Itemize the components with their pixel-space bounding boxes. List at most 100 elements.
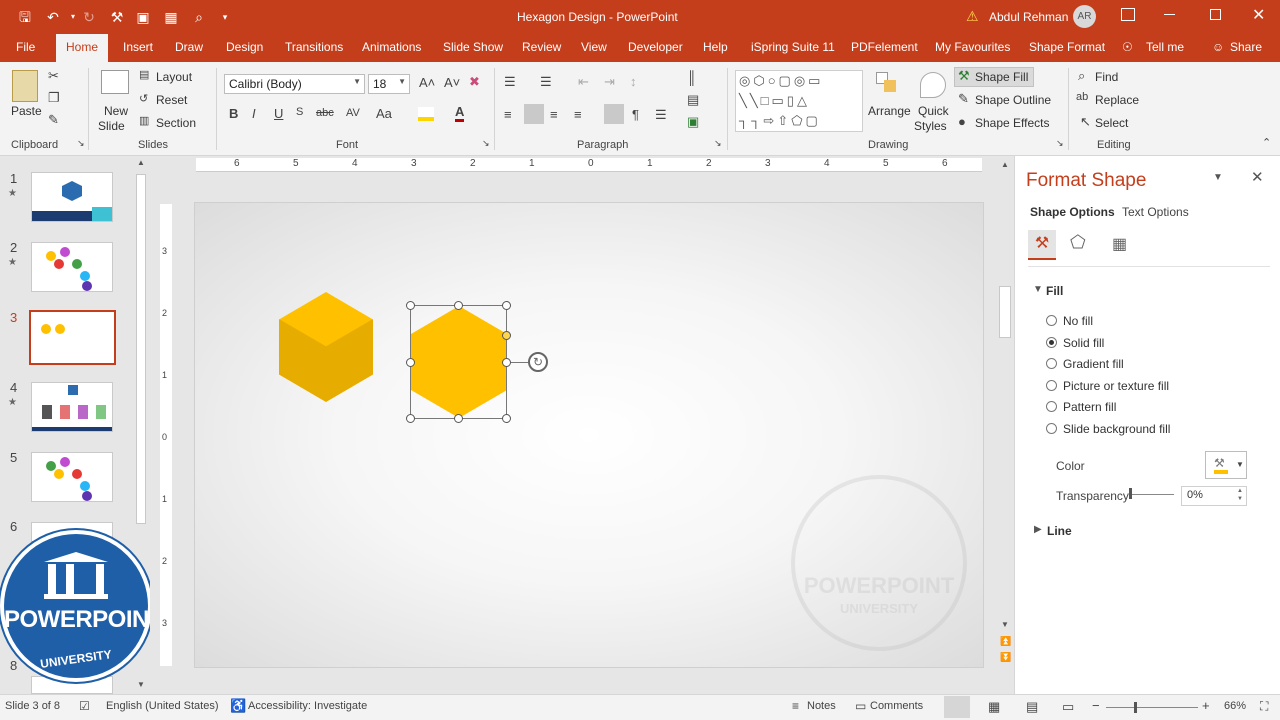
rotate-handle-icon[interactable]: ↻ — [528, 352, 548, 372]
pane-options-icon[interactable]: ▼ — [1213, 172, 1223, 183]
columns-icon[interactable] — [604, 104, 624, 124]
zoom-slider[interactable] — [1106, 707, 1198, 708]
maximize-icon[interactable] — [1210, 9, 1221, 20]
highlight-color-icon[interactable] — [418, 107, 434, 121]
shapes-gallery[interactable]: ◎⬡○▢◎▭ ╲╲□▭▯△ ┐┐⇨⇧⬠▢ — [735, 70, 863, 132]
zoom-slider-thumb[interactable] — [1134, 702, 1137, 713]
tab-home[interactable]: Home — [56, 34, 109, 62]
effects-pentagon-icon[interactable]: ⬠ — [1070, 232, 1086, 253]
size-properties-icon[interactable]: ▦ — [1112, 234, 1127, 254]
clipboard-launcher-icon[interactable]: ↘ — [77, 138, 85, 149]
tab-developer[interactable]: Developer — [628, 40, 683, 54]
layout-button[interactable]: Layout — [156, 70, 192, 84]
char-spacing-icon[interactable]: AV — [346, 107, 360, 119]
label-pattern-fill[interactable]: Pattern fill — [1063, 400, 1116, 414]
align-text-icon[interactable]: ▤ — [687, 92, 699, 108]
line-spacing-icon[interactable]: ↕ — [630, 74, 637, 89]
label-picture-fill[interactable]: Picture or texture fill — [1063, 379, 1169, 393]
copy-icon[interactable]: ❐ — [48, 90, 60, 106]
shape-fill-button[interactable]: Shape Fill — [975, 70, 1028, 84]
tab-text-options[interactable]: Text Options — [1122, 205, 1189, 219]
change-case-icon[interactable]: Aa — [376, 106, 392, 121]
scroll-up-icon[interactable]: ▲ — [1001, 160, 1009, 169]
format-painter-small-icon[interactable]: ✎ — [48, 112, 59, 128]
column-layout-icon[interactable]: ☰ — [655, 107, 667, 123]
bullets-icon[interactable]: ☰ — [504, 74, 516, 90]
tab-shape-format[interactable]: Shape Format — [1029, 40, 1105, 54]
replace-button[interactable]: Replace — [1095, 93, 1139, 107]
comments-button[interactable]: Comments — [870, 700, 923, 712]
new-slide-label-2[interactable]: Slide — [98, 119, 125, 133]
label-solid-fill[interactable]: Solid fill — [1063, 336, 1104, 350]
resize-handle[interactable] — [406, 358, 415, 367]
zoom-level[interactable]: 66% — [1224, 700, 1246, 712]
tab-my-favourites[interactable]: My Favourites — [935, 40, 1010, 54]
slideshow-icon[interactable]: ▭ — [1062, 699, 1074, 715]
align-left-icon[interactable]: ≡ — [504, 107, 512, 122]
tab-insert[interactable]: Insert — [123, 40, 153, 54]
canvas-scrollbar[interactable]: ▲ ▼ ⏫ ⏬ — [998, 158, 1012, 668]
tab-view[interactable]: View — [581, 40, 607, 54]
label-slide-background-fill[interactable]: Slide background fill — [1063, 422, 1170, 436]
increase-indent-icon[interactable]: ⇥ — [604, 74, 615, 90]
tab-design[interactable]: Design — [226, 40, 263, 54]
section-button[interactable]: Section — [156, 116, 196, 130]
italic-button[interactable]: I — [252, 106, 256, 121]
tab-animations[interactable]: Animations — [362, 40, 421, 54]
reading-view-icon[interactable]: ▤ — [1026, 699, 1038, 715]
print-preview-icon[interactable]: ⌕ — [190, 8, 208, 26]
fit-slide-icon[interactable]: ⛶ — [1260, 699, 1268, 714]
resize-handle[interactable] — [454, 414, 463, 423]
resize-handle[interactable] — [502, 414, 511, 423]
tab-review[interactable]: Review — [522, 40, 561, 54]
redo-icon[interactable]: ↻ — [80, 8, 98, 26]
strikethrough-button[interactable]: abc — [316, 107, 334, 119]
picture-icon[interactable]: ▣ — [134, 8, 152, 26]
next-slide-icon[interactable]: ⏬ — [1000, 652, 1011, 663]
fill-line-icon[interactable]: ⚒ — [1028, 230, 1056, 260]
minimize-icon[interactable] — [1164, 14, 1175, 15]
close-window-icon[interactable]: ✕ — [1252, 5, 1265, 25]
tab-draw[interactable]: Draw — [175, 40, 203, 54]
slide-counter[interactable]: Slide 3 of 8 — [5, 700, 60, 712]
gallery-icon[interactable]: ▦ — [162, 8, 180, 26]
tab-slide-show[interactable]: Slide Show — [443, 40, 503, 54]
transparency-input[interactable]: 0% ▲ ▼ — [1181, 486, 1247, 506]
text-direction-icon[interactable]: ║ — [687, 70, 696, 85]
radio-solid-fill[interactable] — [1046, 337, 1057, 348]
collapse-ribbon-icon[interactable]: ⌃ — [1262, 136, 1271, 149]
zoom-in-icon[interactable]: + — [1202, 698, 1210, 713]
tab-help[interactable]: Help — [703, 40, 728, 54]
scroll-down-icon[interactable]: ▼ — [1001, 620, 1009, 629]
language-indicator[interactable]: English (United States) — [106, 700, 219, 712]
arrange-button[interactable]: Arrange — [868, 104, 911, 118]
user-name[interactable]: Abdul Rehman — [989, 10, 1068, 24]
undo-icon[interactable]: ↶ — [44, 8, 62, 26]
new-slide-icon[interactable] — [101, 70, 129, 94]
normal-view-icon[interactable] — [944, 696, 970, 718]
shrink-font-icon[interactable]: A˅ — [444, 75, 460, 90]
rtl-icon[interactable]: ¶ — [632, 107, 639, 122]
cut-icon[interactable]: ✂ — [48, 68, 59, 84]
grow-font-icon[interactable]: A˄ — [419, 75, 435, 90]
underline-button[interactable]: U — [274, 106, 283, 121]
drawing-launcher-icon[interactable]: ↘ — [1056, 138, 1064, 149]
line-section-header[interactable]: Line — [1047, 524, 1072, 538]
scroll-thumb[interactable] — [999, 286, 1011, 338]
resize-handle[interactable] — [406, 414, 415, 423]
slide-thumbnail-3[interactable] — [29, 310, 116, 365]
scroll-down-icon[interactable]: ▼ — [137, 680, 145, 689]
tab-transitions[interactable]: Transitions — [285, 40, 343, 54]
shape-effects-button[interactable]: Shape Effects — [975, 116, 1050, 130]
shape-outline-button[interactable]: Shape Outline — [975, 93, 1051, 107]
save-icon[interactable]: 🖫 — [16, 8, 34, 26]
justify-icon[interactable]: ≡ — [574, 107, 582, 122]
bold-button[interactable]: B — [229, 106, 238, 121]
slide-thumbnail-4[interactable] — [31, 382, 113, 432]
notes-button[interactable]: Notes — [807, 700, 836, 712]
resize-handle[interactable] — [406, 301, 415, 310]
select-button[interactable]: Select — [1095, 116, 1128, 130]
radio-no-fill[interactable] — [1046, 315, 1057, 326]
prev-slide-icon[interactable]: ⏫ — [1000, 636, 1011, 647]
radio-slide-background-fill[interactable] — [1046, 423, 1057, 434]
